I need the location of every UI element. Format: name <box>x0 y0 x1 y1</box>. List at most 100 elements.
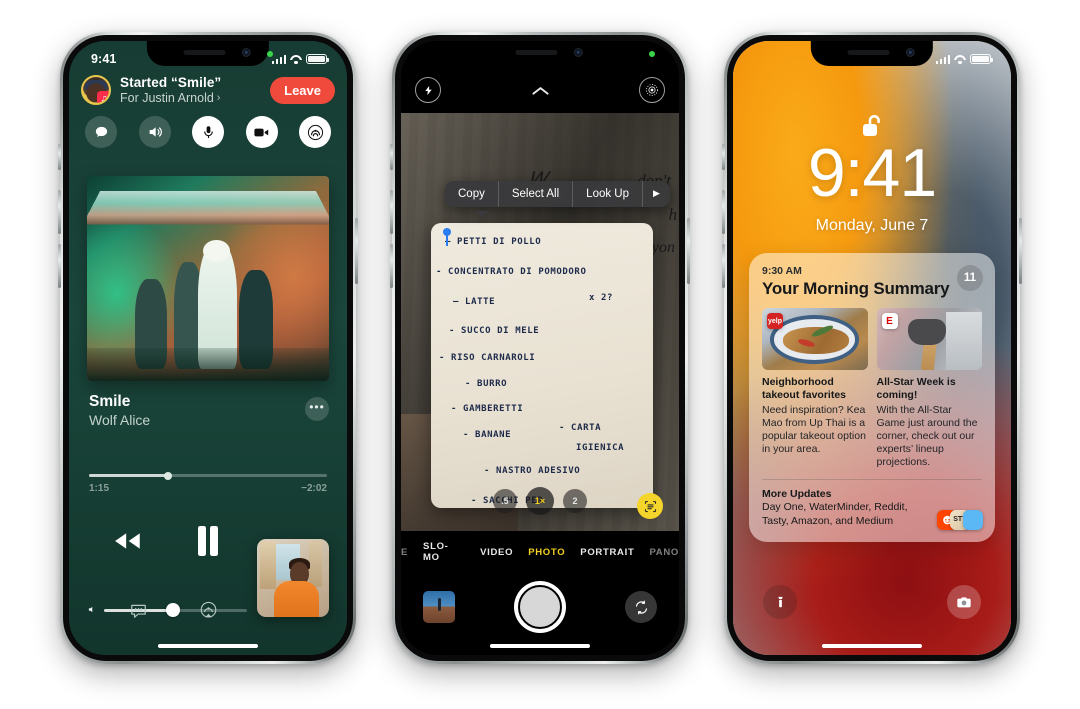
art-figure-head <box>203 239 230 263</box>
pause-icon[interactable] <box>196 526 220 556</box>
flashlight-icon[interactable] <box>763 585 797 619</box>
phone2-volume-up-button[interactable] <box>390 190 393 234</box>
note-line-text[interactable]: LATTE <box>465 297 495 307</box>
note-line-text[interactable]: BURRO <box>477 379 507 389</box>
album-art <box>87 176 329 381</box>
note-line-text[interactable]: IGIENICA <box>576 443 624 453</box>
video-camera-icon[interactable] <box>245 116 278 148</box>
note-line[interactable]: - SUCCO DI MELE <box>449 326 539 336</box>
album-art-container[interactable] <box>87 176 329 381</box>
camera-bottom-bar <box>401 571 679 643</box>
phone1-power-button[interactable] <box>355 218 358 284</box>
zoom-option-active[interactable]: 1× <box>526 487 554 515</box>
selection-start-handle[interactable] <box>443 228 451 246</box>
facetime-banner: ♫ Started “Smile” For Justin Arnold › Le… <box>69 71 347 148</box>
note-line[interactable]: - NASTRO ADESIVO <box>484 466 580 476</box>
note-line[interactable]: - RISO CARNAROLI <box>439 353 535 363</box>
speaker-icon[interactable] <box>138 116 171 148</box>
summary-card-item[interactable]: E All-Star Week is coming! With the All-… <box>876 308 982 469</box>
phone2-power-button[interactable] <box>687 218 690 284</box>
lyrics-icon[interactable] <box>129 601 148 625</box>
note-line[interactable]: - CONCENTRATO DI POMODORO <box>436 267 586 277</box>
note-line-text[interactable]: x 2? <box>589 293 613 303</box>
phone3-power-button[interactable] <box>1019 218 1022 284</box>
home-indicator[interactable] <box>157 643 259 648</box>
shareplay-subtitle: For Justin Arnold <box>120 91 214 105</box>
zoom-option[interactable]: 2 <box>563 489 587 513</box>
facetime-self-view[interactable] <box>257 539 329 617</box>
note-line[interactable]: – PETTI DI POLLO <box>445 237 541 247</box>
context-menu-copy[interactable]: Copy <box>445 181 499 207</box>
more-updates-icon-stack: STY <box>937 509 983 530</box>
note-line[interactable]: - GAMBERETTI <box>451 404 523 414</box>
zoom-option[interactable]: .5 <box>493 489 517 513</box>
microphone-icon[interactable] <box>192 116 224 148</box>
live-photo-icon[interactable] <box>639 77 665 103</box>
shareplay-subtitle-row[interactable]: For Justin Arnold › <box>120 91 261 105</box>
scrubber-track[interactable] <box>89 471 327 480</box>
phone2-mute-switch[interactable] <box>390 144 393 170</box>
home-indicator[interactable] <box>821 643 923 648</box>
notification-body: With the All-Star Game just around the c… <box>876 403 978 469</box>
notification-summary-card[interactable]: 9:30 AM Your Morning Summary 11 yelp Nei… <box>749 253 995 542</box>
phone-camera-live-text: don't h nyon 𝑊 – PETTI DI POLLO- CONCENT… <box>390 32 690 664</box>
rewind-icon[interactable] <box>110 530 144 552</box>
scrubber[interactable]: 1:15 −2:02 <box>89 471 327 494</box>
context-menu-select-all[interactable]: Select All <box>499 181 574 207</box>
cellular-bars-icon <box>935 54 950 64</box>
phone2-volume-down-button[interactable] <box>390 244 393 288</box>
mode-slo-mo[interactable]: SLO-MO <box>423 541 465 563</box>
camera-viewfinder[interactable]: don't h nyon 𝑊 – PETTI DI POLLO- CONCENT… <box>401 113 679 531</box>
flash-icon[interactable] <box>415 77 441 103</box>
note-line[interactable]: x 2? <box>589 293 613 303</box>
messages-bubble-icon[interactable] <box>85 116 117 148</box>
phone3-volume-up-button[interactable] <box>722 190 725 234</box>
phone3-volume-down-button[interactable] <box>722 244 725 288</box>
note-line-text[interactable]: SUCCO DI MELE <box>461 326 539 336</box>
cellular-bars-icon <box>271 54 286 64</box>
mode-photo[interactable]: PHOTO <box>528 547 565 558</box>
note-line-text[interactable]: CARTA <box>571 423 601 433</box>
note-paper[interactable]: – PETTI DI POLLO - CONCENTRATO DI POMODOR… <box>431 223 653 508</box>
phone1-mute-switch[interactable] <box>58 144 61 170</box>
note-line[interactable]: – LATTE <box>453 297 495 307</box>
note-line[interactable]: - BURRO <box>465 379 507 389</box>
note-line-text[interactable]: RISO CARNAROLI <box>451 353 535 363</box>
live-text-icon[interactable] <box>637 493 663 519</box>
mode-time-lapse[interactable]: E <box>401 547 408 558</box>
summary-card-item[interactable]: yelp Neighborhood takeout favorites Need… <box>762 308 868 469</box>
mode-pano[interactable]: PANO <box>649 547 679 558</box>
note-line-text[interactable]: NASTRO ADESIVO <box>496 466 580 476</box>
facetime-texts: Started “Smile” For Justin Arnold › <box>120 75 261 105</box>
phone3-mute-switch[interactable] <box>722 144 725 170</box>
context-menu-more-arrow[interactable]: ▶ <box>643 181 670 207</box>
status-indicators <box>935 53 994 65</box>
camera-icon[interactable] <box>947 585 981 619</box>
photo-library-thumbnail[interactable] <box>423 591 455 623</box>
note-line-text[interactable]: CONCENTRATO DI POMODORO <box>448 267 586 277</box>
summary-count-badge[interactable]: 11 <box>957 265 983 291</box>
note-line[interactable]: - CARTA <box>559 423 601 433</box>
mode-video[interactable]: VIDEO <box>480 547 513 558</box>
leave-button[interactable]: Leave <box>270 76 335 104</box>
note-line-text[interactable]: BANANE <box>475 430 511 440</box>
camera-mode-strip[interactable]: E SLO-MO VIDEO PHOTO PORTRAIT PANO <box>401 541 679 563</box>
note-line[interactable]: - BANANE <box>463 430 511 440</box>
text-context-menu: Copy Select All Look Up ▶ <box>445 181 670 207</box>
home-indicator[interactable] <box>489 643 591 648</box>
airplay-icon[interactable] <box>199 601 218 625</box>
phone1-volume-down-button[interactable] <box>58 244 61 288</box>
summary-title: Your Morning Summary <box>762 279 950 298</box>
shutter-button[interactable] <box>514 581 566 633</box>
phone1-volume-up-button[interactable] <box>58 190 61 234</box>
more-options-button[interactable]: ••• <box>305 397 329 421</box>
mode-portrait[interactable]: PORTRAIT <box>580 547 634 558</box>
flip-camera-icon[interactable] <box>625 591 657 623</box>
chevron-up-icon[interactable] <box>525 79 555 101</box>
note-line[interactable]: IGIENICA <box>576 443 624 453</box>
context-menu-look-up[interactable]: Look Up <box>573 181 644 207</box>
scrubber-knob[interactable] <box>163 471 172 480</box>
shareplay-icon[interactable] <box>299 116 331 148</box>
note-line-text[interactable]: PETTI DI POLLO <box>457 237 541 247</box>
note-line-text[interactable]: GAMBERETTI <box>463 404 523 414</box>
